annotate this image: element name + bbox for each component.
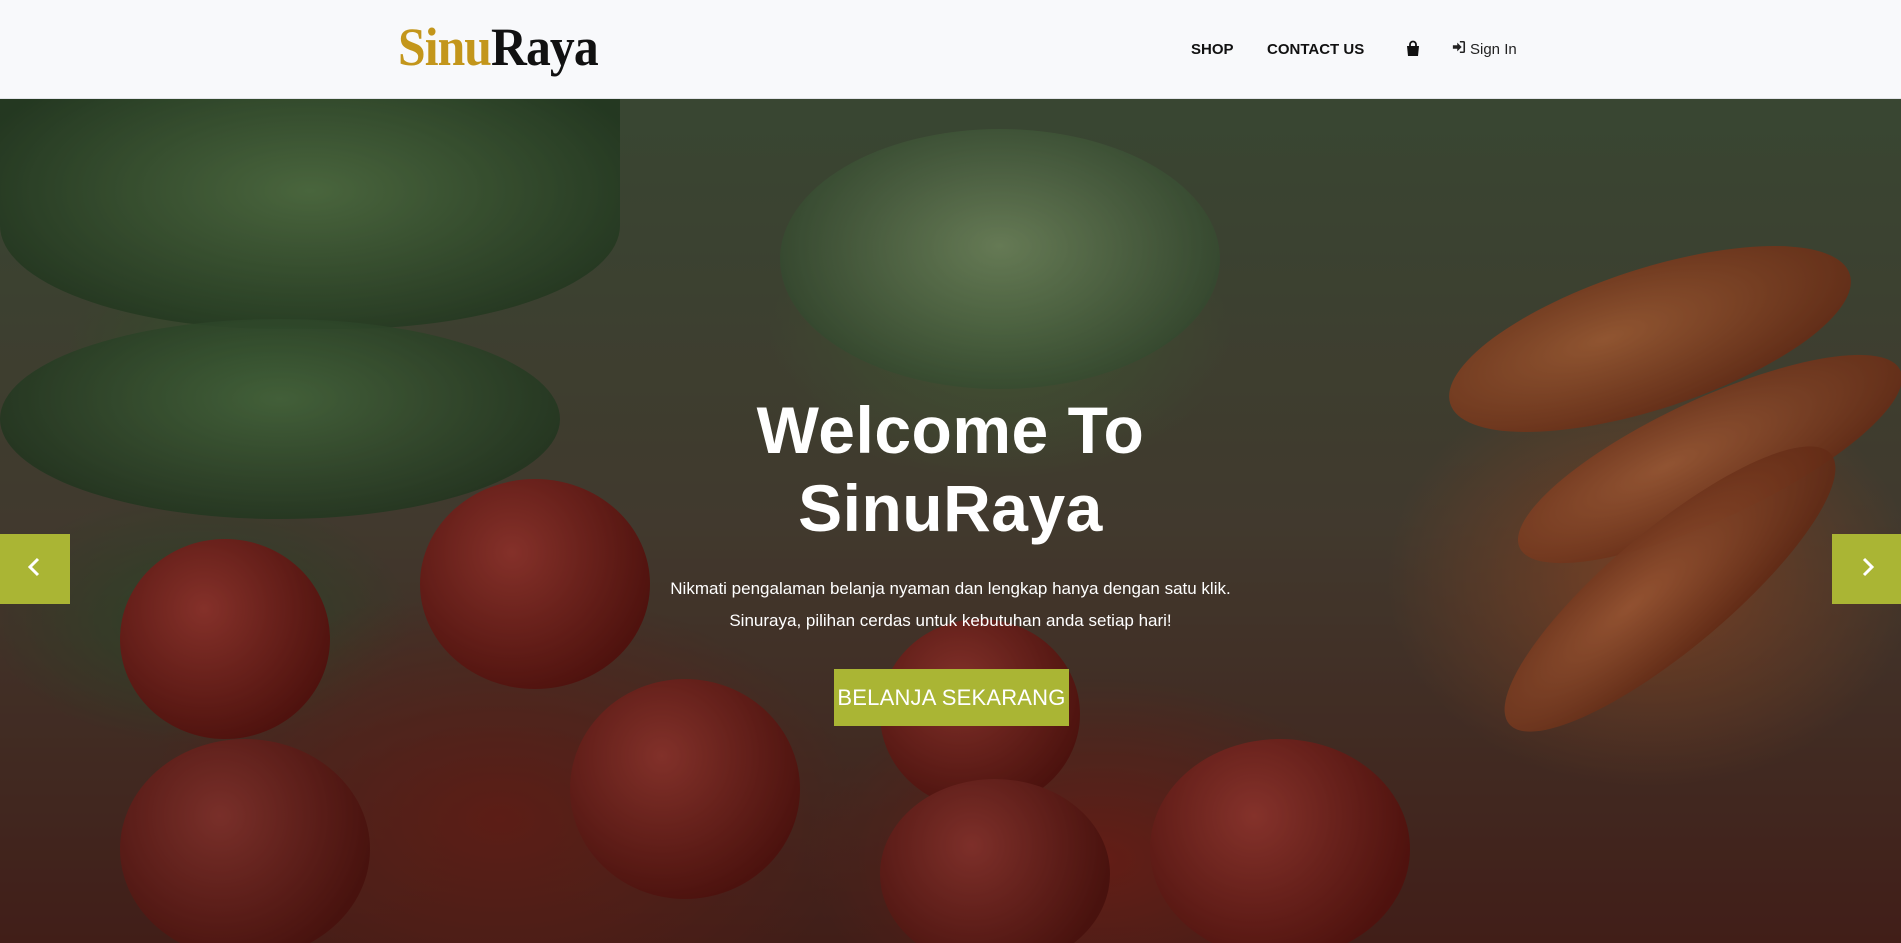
logo-text-raya: Raya	[491, 17, 599, 77]
logo-text-sinu: Sinu	[398, 17, 492, 77]
site-logo[interactable]: SinuRaya	[398, 14, 599, 80]
chevron-right-icon	[1856, 556, 1878, 583]
carousel-next-button[interactable]	[1832, 534, 1901, 604]
hero-subtitle: Nikmati pengalaman belanja nyaman dan le…	[0, 573, 1901, 637]
carousel-prev-button[interactable]	[0, 534, 70, 604]
shopping-bag-icon[interactable]	[1405, 40, 1421, 58]
nav-link-contact-us[interactable]: CONTACT US	[1267, 40, 1364, 60]
hero-subtitle-line-1: Nikmati pengalaman belanja nyaman dan le…	[670, 579, 1231, 598]
sign-in-link[interactable]: Sign In	[1452, 40, 1517, 60]
sign-in-icon	[1452, 40, 1466, 60]
hero-title-line-2: SinuRaya	[798, 471, 1103, 545]
hero-title-line-1: Welcome To	[756, 393, 1145, 467]
chevron-left-icon	[24, 556, 46, 583]
shop-now-button[interactable]: BELANJA SEKARANG	[834, 669, 1069, 726]
navbar: SinuRaya SHOP CONTACT US Sign In	[0, 0, 1901, 99]
hero-subtitle-line-2: Sinuraya, pilihan cerdas untuk kebutuhan…	[729, 611, 1172, 630]
sign-in-label: Sign In	[1470, 41, 1517, 58]
hero-title: Welcome To SinuRaya	[0, 391, 1901, 547]
hero-banner: Welcome To SinuRaya Nikmati pengalaman b…	[0, 99, 1901, 943]
nav-link-shop[interactable]: SHOP	[1191, 40, 1234, 60]
